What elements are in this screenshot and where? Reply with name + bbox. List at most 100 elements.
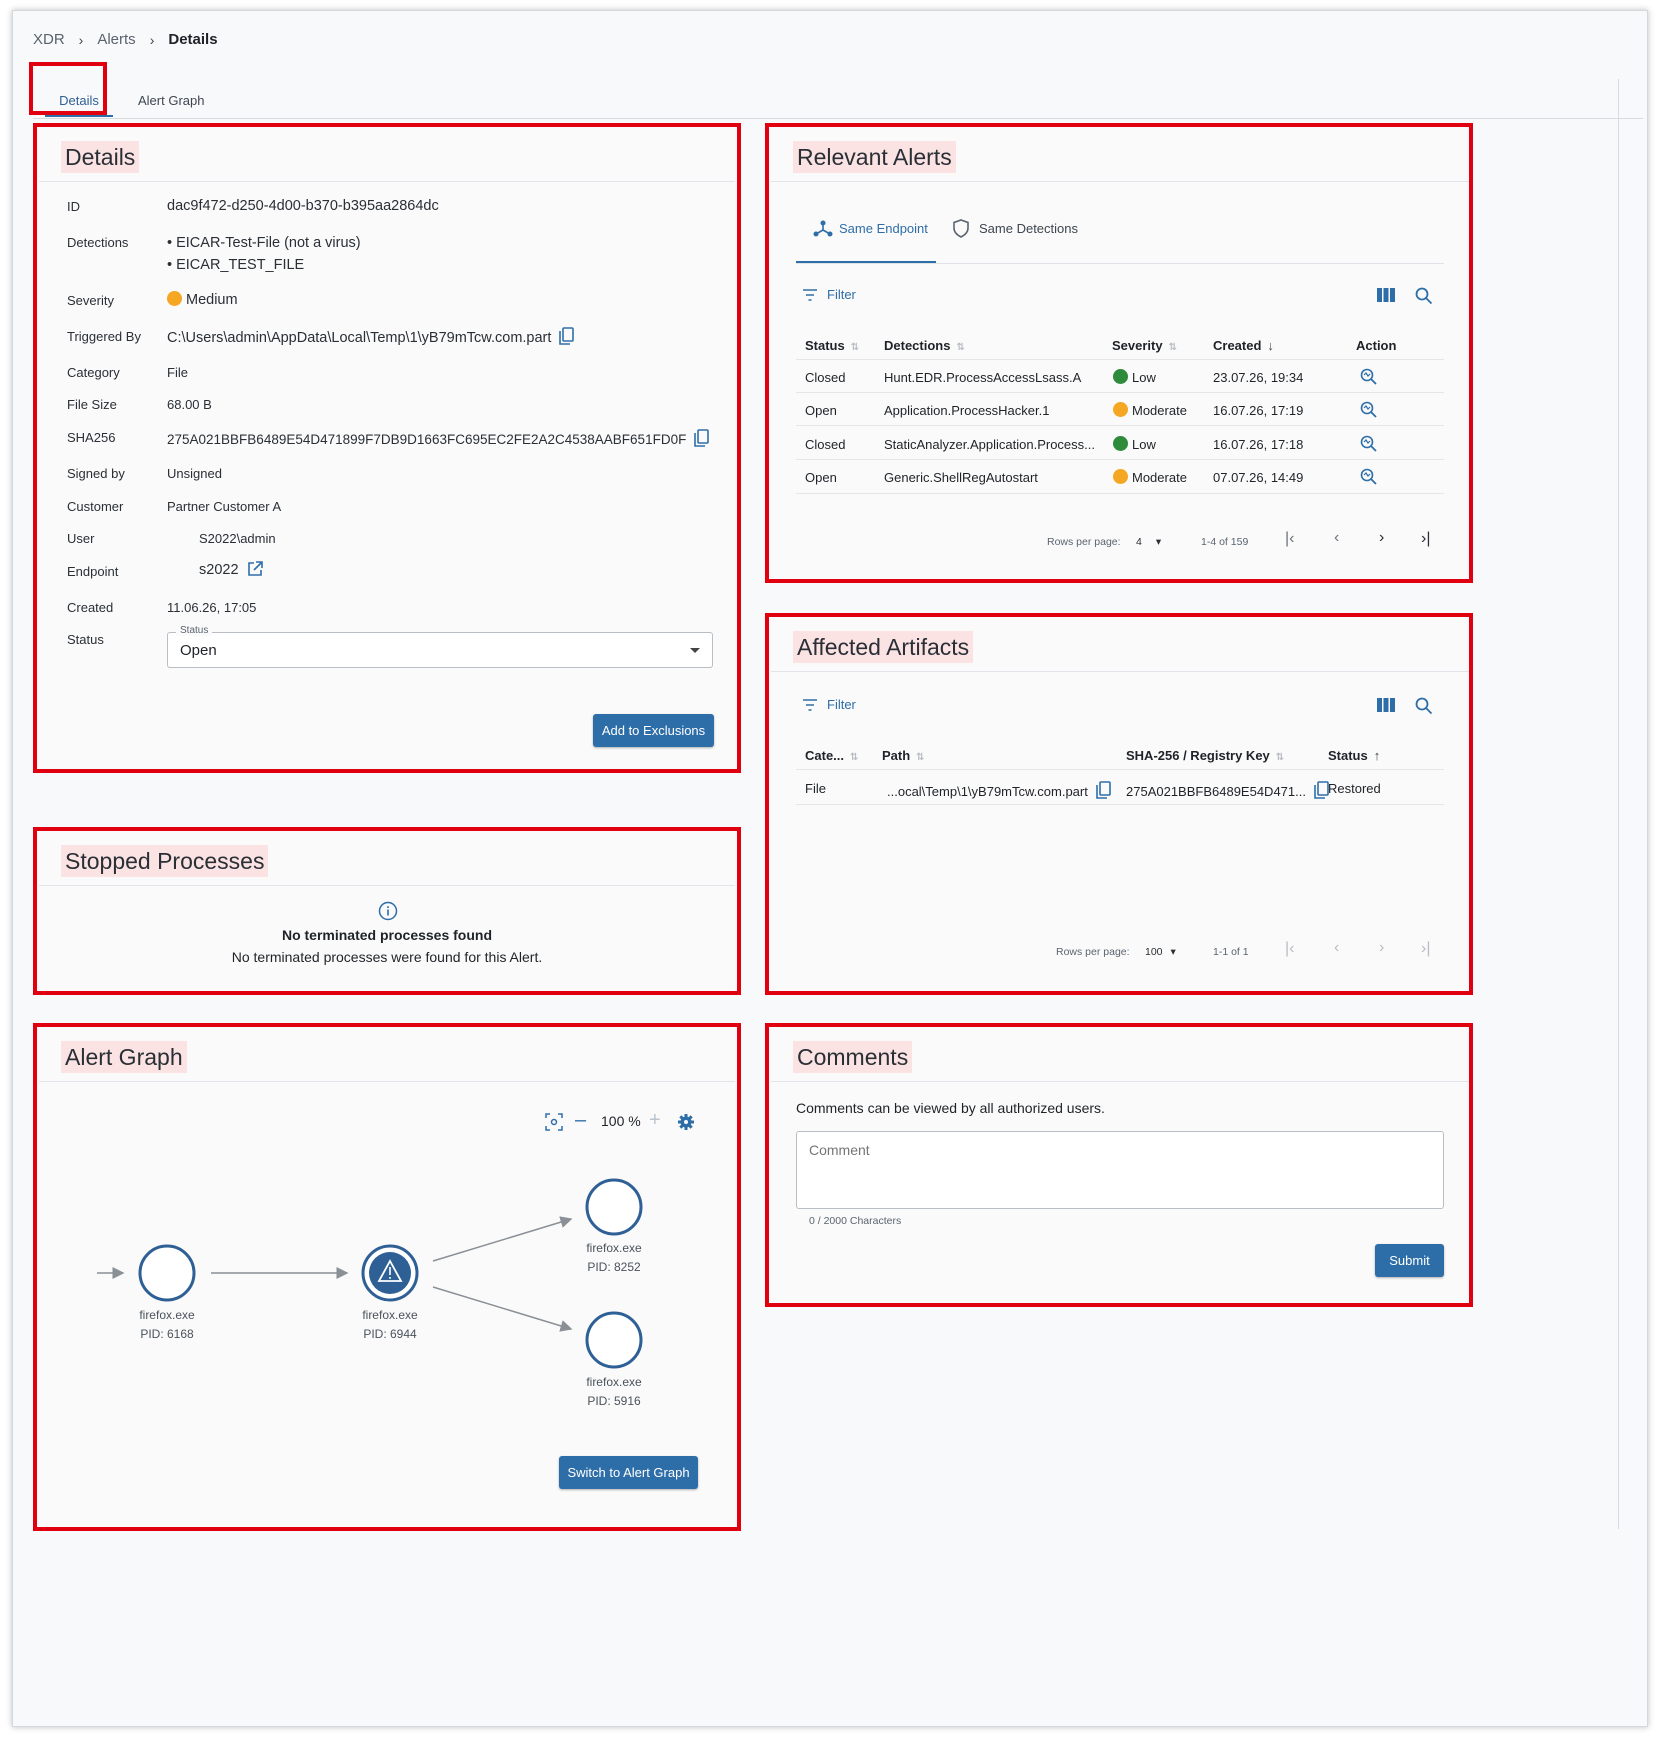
node-label: firefox.exe PID: 5916 bbox=[569, 1373, 659, 1411]
last-page-icon[interactable]: ›| bbox=[1421, 530, 1430, 548]
search-icon[interactable] bbox=[1415, 287, 1433, 305]
last-page-icon[interactable]: ›| bbox=[1421, 940, 1430, 958]
process-node bbox=[585, 1311, 643, 1369]
path-text: ...ocal\Temp\1\yB79mTcw.com.part bbox=[887, 784, 1088, 799]
relevant-title: Relevant Alerts bbox=[793, 141, 956, 173]
columns-icon[interactable] bbox=[1377, 698, 1395, 712]
node-pid: PID: 6944 bbox=[363, 1327, 417, 1341]
column-header[interactable]: Cate... ⇅ bbox=[805, 748, 858, 763]
id-label: ID bbox=[67, 199, 80, 214]
tab-details-label: Details bbox=[59, 93, 99, 108]
node-label: firefox.exe PID: 6168 bbox=[122, 1306, 212, 1344]
detection-item: • EICAR-Test-File (not a virus) bbox=[167, 235, 361, 251]
comment-input[interactable] bbox=[796, 1131, 1444, 1209]
caret-down-icon: ▾ bbox=[1155, 536, 1162, 548]
cell-sha: 275A021BBFB6489E54D471... bbox=[1126, 781, 1330, 799]
cell-detection: Application.ProcessHacker.1 bbox=[884, 403, 1050, 418]
sort-icon: ⇅ bbox=[1168, 342, 1177, 353]
endpoint-text[interactable]: s2022 bbox=[199, 562, 239, 578]
breadcrumb-xdr[interactable]: XDR bbox=[33, 31, 65, 48]
column-header[interactable]: Status ↑ bbox=[1328, 748, 1380, 763]
columns-icon[interactable] bbox=[1377, 288, 1395, 302]
first-page-icon[interactable]: |‹ bbox=[1285, 940, 1294, 958]
breadcrumb-alerts[interactable]: Alerts bbox=[97, 31, 135, 48]
shield-icon bbox=[953, 219, 969, 238]
copy-icon[interactable] bbox=[694, 429, 710, 447]
tab-same-endpoint[interactable]: Same Endpoint bbox=[839, 221, 928, 236]
inspect-icon[interactable] bbox=[1360, 435, 1377, 452]
status-select[interactable]: Status Open bbox=[167, 625, 713, 668]
submit-button[interactable]: Submit bbox=[1375, 1244, 1444, 1277]
divider bbox=[771, 181, 1469, 182]
rows-per-page-select[interactable]: 100 ▾ bbox=[1145, 946, 1176, 958]
tab-active-indicator bbox=[45, 115, 113, 117]
column-header: Action bbox=[1356, 338, 1397, 353]
cell-severity: Moderate bbox=[1113, 469, 1187, 485]
filter-button[interactable]: Filter bbox=[827, 287, 856, 302]
severity-text: Moderate bbox=[1132, 470, 1187, 485]
cell-status: Restored bbox=[1328, 781, 1381, 796]
cell-severity: Low bbox=[1113, 436, 1156, 452]
column-status-label: Status bbox=[805, 338, 845, 353]
sort-icon: ⇅ bbox=[1275, 752, 1285, 763]
app-frame: XDR › Alerts › Details Details Alert Gra… bbox=[12, 10, 1648, 1727]
signed-value: Unsigned bbox=[167, 466, 222, 481]
tab-alert-graph[interactable]: Alert Graph bbox=[138, 93, 204, 108]
node-name: firefox.exe bbox=[139, 1308, 195, 1322]
severity-label: Severity bbox=[67, 293, 114, 308]
endpoint-value[interactable]: s2022 bbox=[199, 561, 263, 578]
status-label: Status bbox=[67, 632, 104, 647]
severity-value: Medium bbox=[167, 291, 238, 308]
filter-icon[interactable] bbox=[803, 699, 817, 711]
column-header[interactable]: Detections ⇅ bbox=[884, 338, 965, 353]
cell-created: 16.07.26, 17:19 bbox=[1213, 403, 1304, 418]
column-header[interactable]: SHA-256 / Registry Key ⇅ bbox=[1126, 748, 1284, 763]
divider bbox=[771, 671, 1469, 672]
column-detections-label: Detections bbox=[884, 338, 951, 353]
process-node bbox=[585, 1178, 643, 1236]
switch-to-graph-button[interactable]: Switch to Alert Graph bbox=[559, 1456, 698, 1489]
column-header[interactable]: Path ⇅ bbox=[882, 748, 925, 763]
copy-icon[interactable] bbox=[1096, 781, 1112, 799]
tab-details[interactable]: Details bbox=[45, 93, 113, 117]
first-page-icon[interactable]: |‹ bbox=[1285, 530, 1294, 548]
next-page-icon[interactable]: › bbox=[1379, 529, 1384, 547]
inspect-icon[interactable] bbox=[1360, 468, 1377, 485]
column-header[interactable]: Created ↓ bbox=[1213, 338, 1274, 353]
column-header[interactable]: Status ⇅ bbox=[805, 338, 859, 353]
chevron-right-icon: › bbox=[149, 31, 155, 48]
external-link-icon[interactable] bbox=[247, 561, 263, 577]
search-icon[interactable] bbox=[1415, 697, 1433, 715]
inspect-icon[interactable] bbox=[1360, 401, 1377, 418]
column-header[interactable]: Severity ⇅ bbox=[1112, 338, 1177, 353]
inspect-icon[interactable] bbox=[1360, 368, 1377, 385]
severity-dot bbox=[167, 291, 182, 306]
filter-icon[interactable] bbox=[803, 289, 817, 301]
rows-per-page-select[interactable]: 4 ▾ bbox=[1136, 536, 1161, 548]
rows-per-page-value: 100 bbox=[1145, 946, 1163, 958]
severity-text: Low bbox=[1132, 370, 1156, 385]
next-page-icon[interactable]: › bbox=[1379, 939, 1384, 957]
node-label: firefox.exe PID: 8252 bbox=[569, 1239, 659, 1277]
add-exclusions-button[interactable]: Add to Exclusions bbox=[593, 714, 714, 747]
column-status-label: Status bbox=[1328, 748, 1368, 763]
tab-same-detections[interactable]: Same Detections bbox=[979, 221, 1078, 236]
page-range: 1-1 of 1 bbox=[1213, 946, 1249, 958]
filter-button[interactable]: Filter bbox=[827, 697, 856, 712]
sha-text: 275A021BBFB6489E54D471899F7DB9D1663FC695… bbox=[167, 432, 687, 447]
breadcrumb: XDR › Alerts › Details bbox=[33, 31, 218, 48]
prev-page-icon[interactable]: ‹ bbox=[1334, 529, 1339, 547]
copy-icon[interactable] bbox=[559, 327, 575, 345]
comments-card: Comments Comments can be viewed by all a… bbox=[771, 1027, 1469, 1301]
cell-detection: Generic.ShellRegAutostart bbox=[884, 470, 1038, 485]
triggered-text: C:\Users\admin\AppData\Local\Temp\1\yB79… bbox=[167, 330, 552, 346]
node-name: firefox.exe bbox=[586, 1241, 642, 1255]
prev-page-icon[interactable]: ‹ bbox=[1334, 939, 1339, 957]
details-card: Details ID dac9f472-d250-4d00-b370-b395a… bbox=[39, 127, 735, 767]
affected-artifacts-card: Affected Artifacts Filter Cate... ⇅ Path ⇅… bbox=[771, 617, 1469, 991]
char-counter: 0 / 2000 Characters bbox=[809, 1215, 902, 1227]
divider bbox=[796, 263, 1444, 264]
category-label: Category bbox=[67, 365, 120, 380]
sha-text: 275A021BBFB6489E54D471... bbox=[1126, 784, 1306, 799]
detection-text: EICAR-Test-File (not a virus) bbox=[176, 235, 361, 251]
